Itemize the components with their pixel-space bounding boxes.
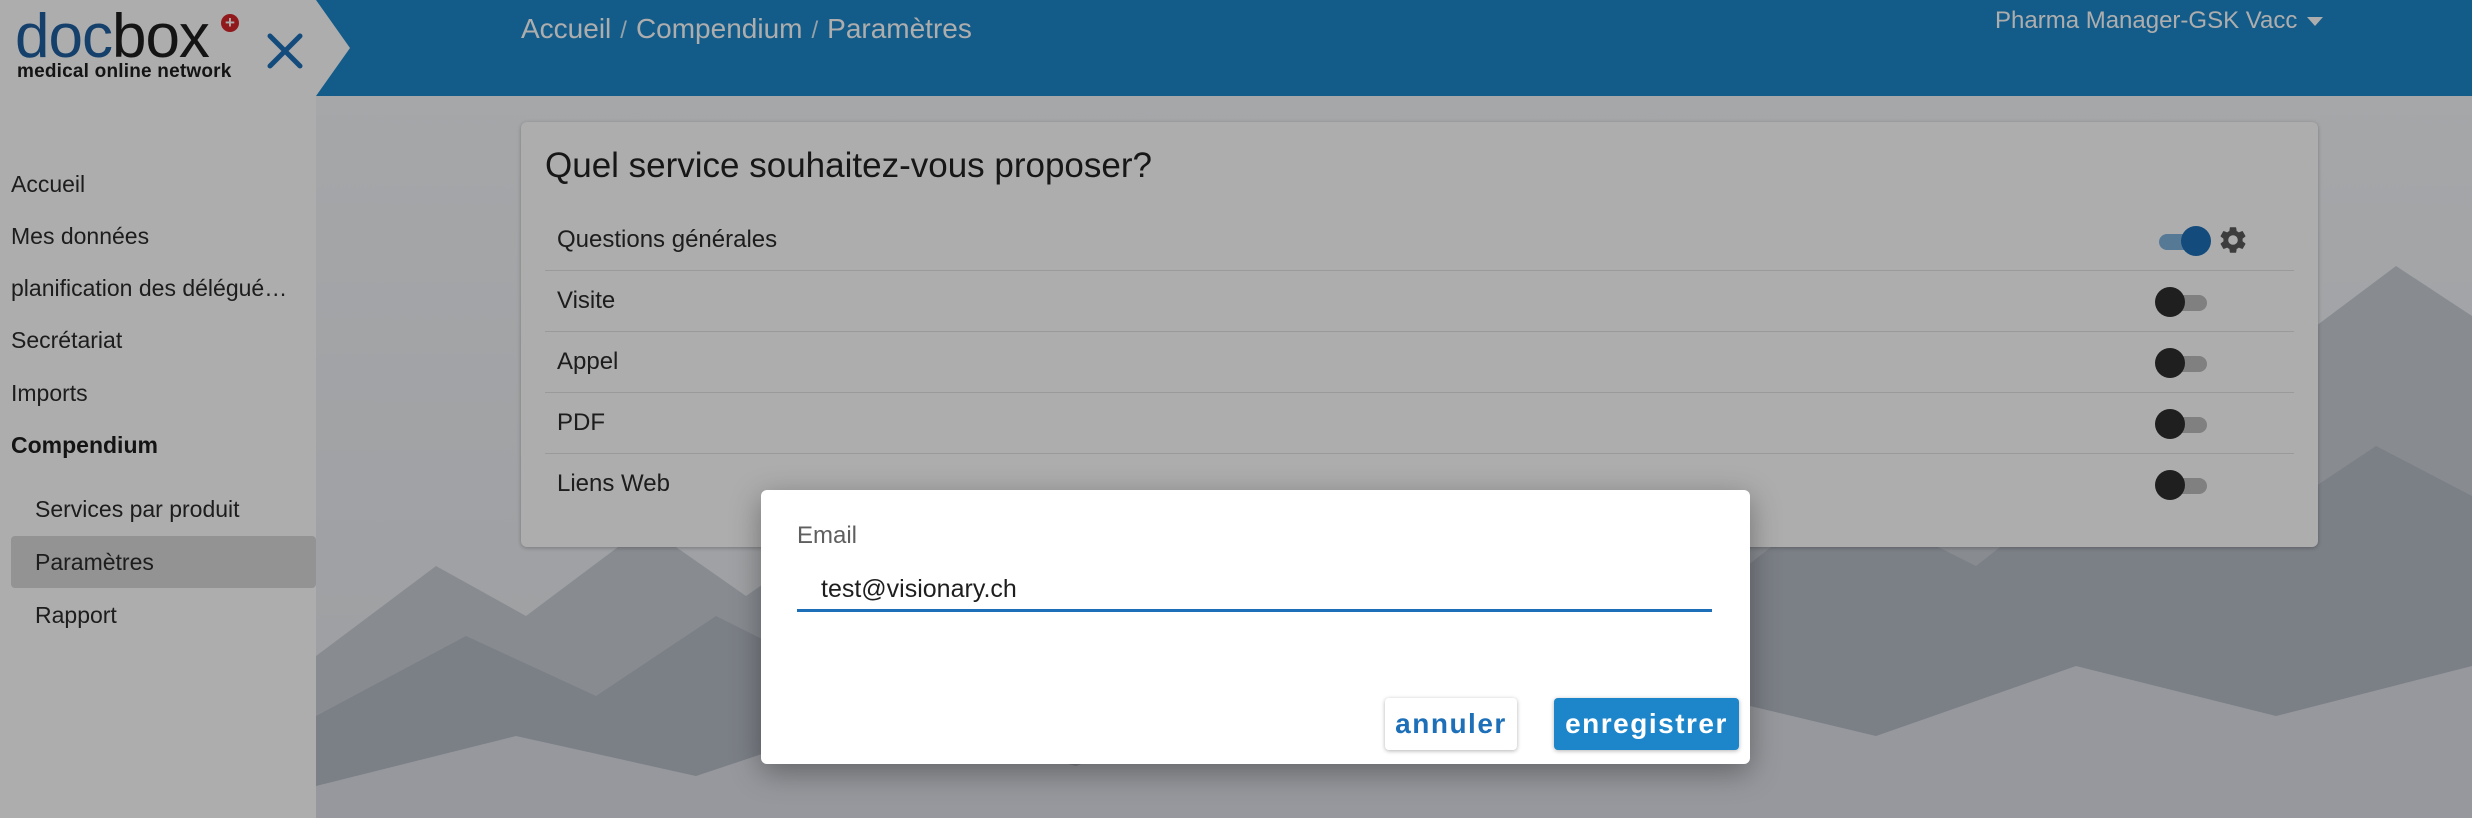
email-field[interactable] (797, 570, 1712, 612)
email-field-label: Email (797, 522, 858, 549)
email-dialog: Email annuler enregistrer (761, 490, 1750, 764)
save-button[interactable]: enregistrer (1554, 698, 1739, 750)
cancel-button[interactable]: annuler (1385, 698, 1517, 750)
